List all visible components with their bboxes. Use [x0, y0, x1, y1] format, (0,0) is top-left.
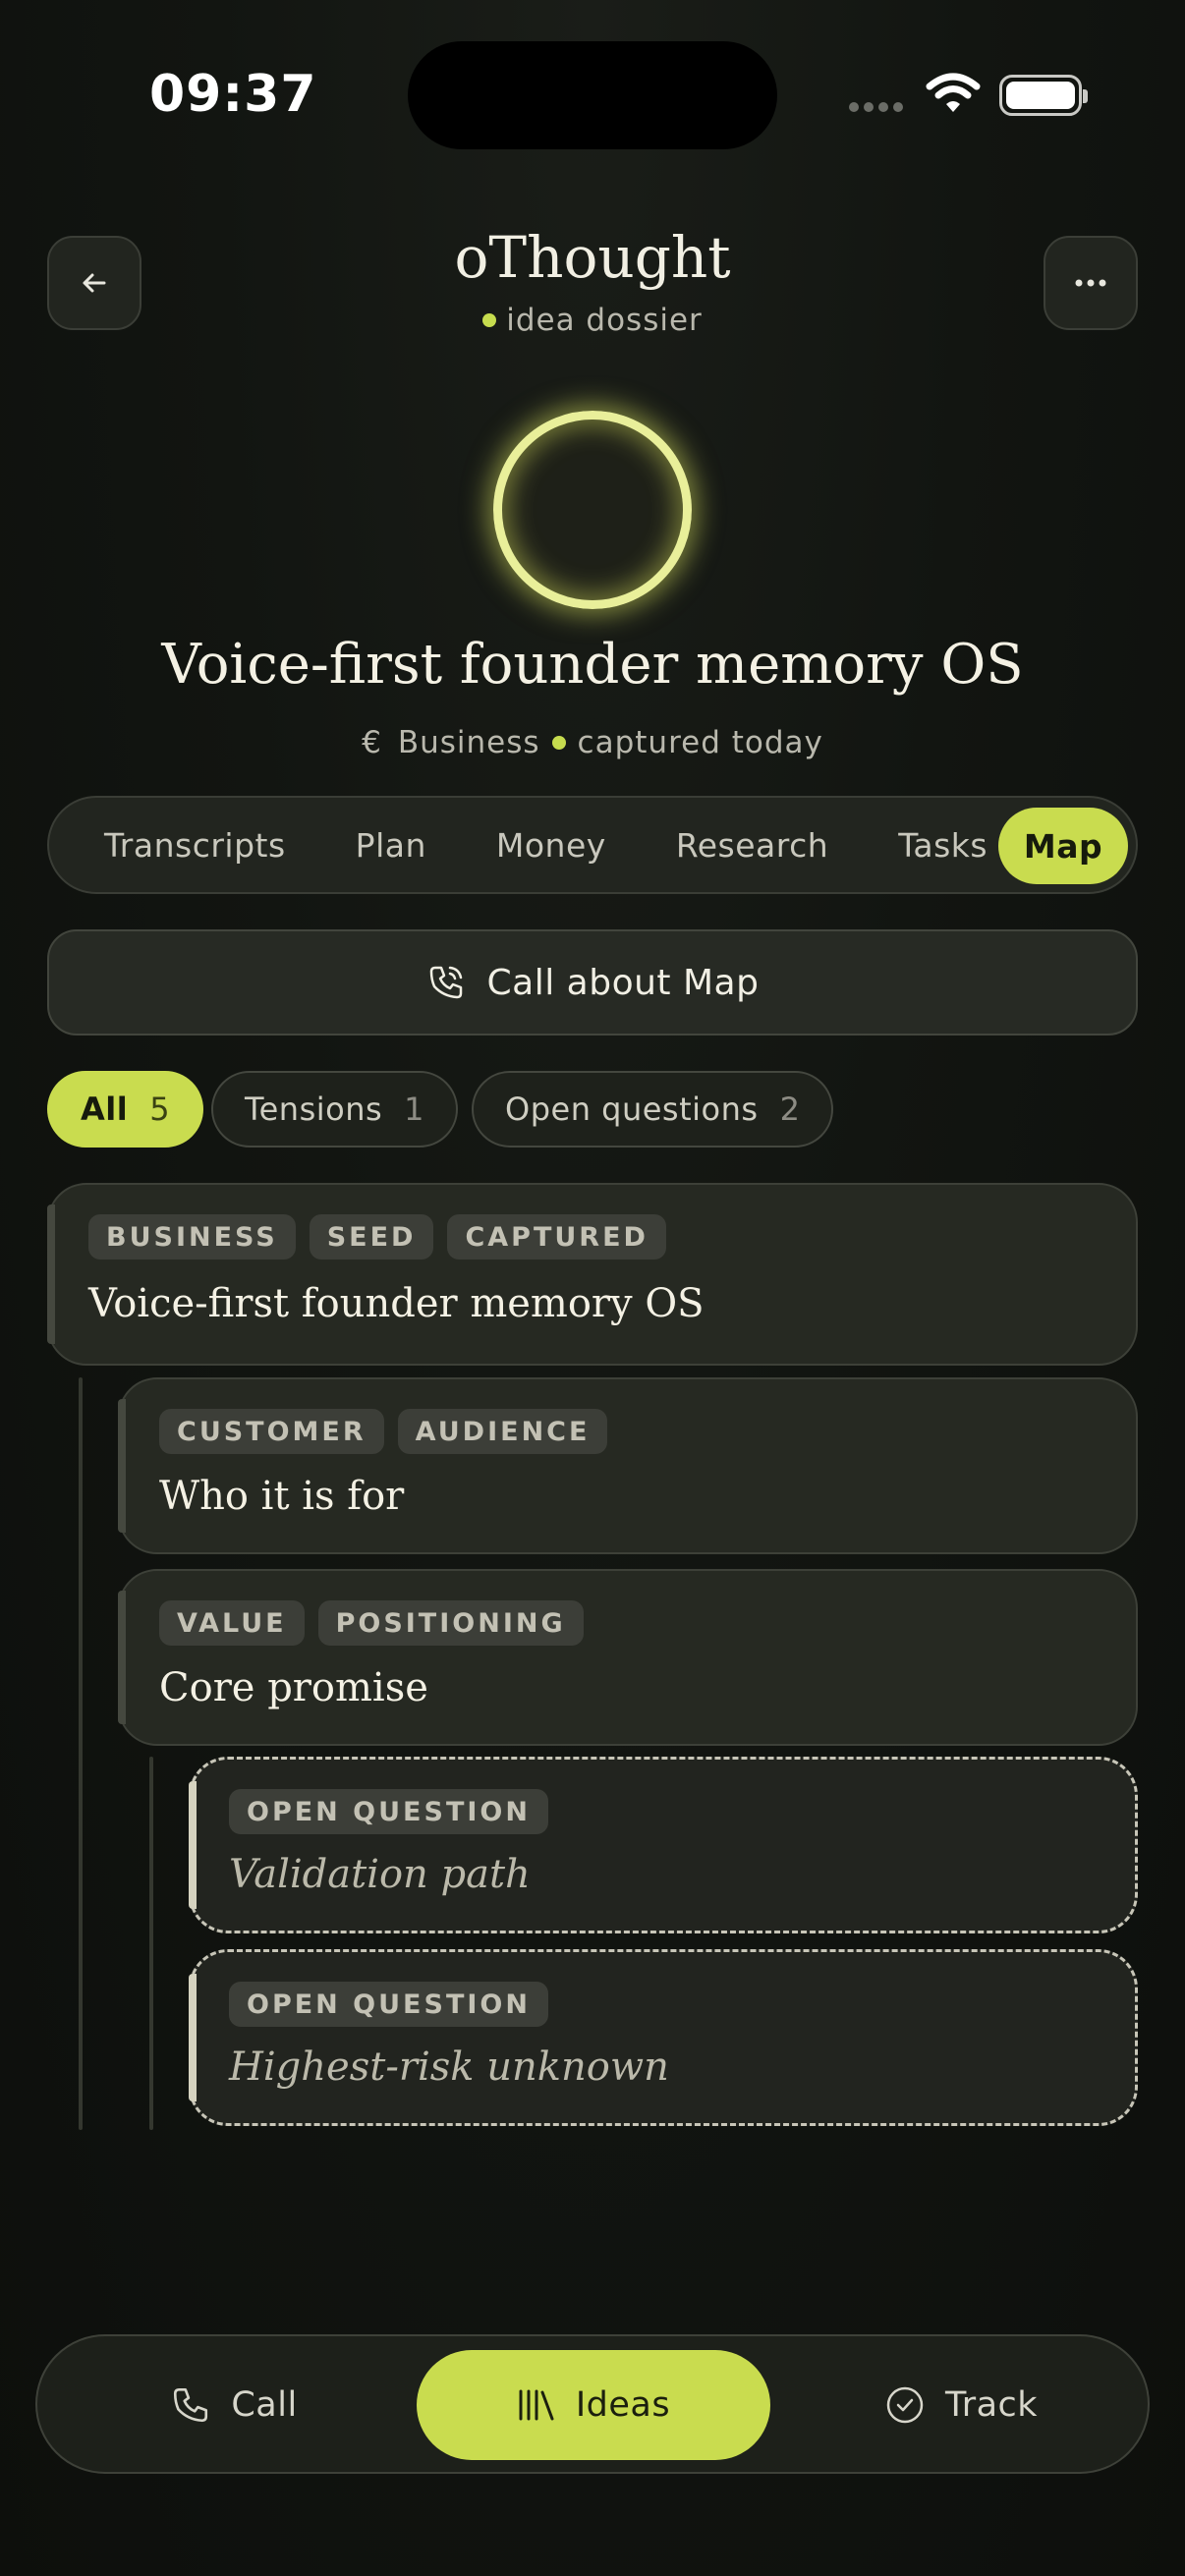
library-icon — [519, 2389, 554, 2421]
node-title: Highest-risk unknown — [229, 2044, 669, 2090]
tab-tasks[interactable]: Tasks — [898, 826, 988, 865]
app-title: oThought — [454, 224, 731, 291]
tag: BUSINESS — [88, 1214, 296, 1260]
tab-plan[interactable]: Plan — [356, 826, 426, 865]
nav-ideas[interactable]: Ideas — [417, 2350, 770, 2460]
idea-meta: € Business captured today — [0, 725, 1185, 760]
phone-call-icon — [429, 966, 462, 999]
tag: POSITIONING — [317, 1600, 584, 1646]
map-node-open-question[interactable]: OPEN QUESTION Highest-risk unknown — [189, 1949, 1138, 2126]
phone-icon — [174, 2387, 208, 2423]
idea-category: Business — [397, 725, 540, 760]
euro-icon: € — [362, 725, 382, 760]
map-node-customer[interactable]: CUSTOMER AUDIENCE Who it is for — [118, 1377, 1138, 1554]
filter-chip-all[interactable]: All 5 — [47, 1071, 204, 1148]
call-about-map-label: Call about Map — [486, 962, 760, 1003]
tab-map[interactable]: Map — [998, 808, 1128, 884]
tag: OPEN QUESTION — [229, 1982, 548, 2027]
idea-title: Voice-first founder memory OS — [161, 633, 1024, 697]
filter-chip-open-questions[interactable]: Open questions 2 — [472, 1071, 834, 1148]
cellular-signal-icon — [849, 102, 903, 112]
map-node-root[interactable]: BUSINESS SEED CAPTURED Voice-first found… — [47, 1183, 1138, 1366]
tab-research[interactable]: Research — [676, 826, 828, 865]
status-time: 09:37 — [149, 65, 317, 124]
header-subtitle: idea dossier — [0, 303, 1185, 338]
check-circle-icon — [886, 2386, 924, 2424]
node-title: Voice-first founder memory OS — [88, 1281, 705, 1326]
voice-orb[interactable] — [493, 411, 692, 609]
tab-transcripts[interactable]: Transcripts — [104, 826, 286, 865]
tag: SEED — [309, 1214, 434, 1260]
node-title: Who it is for — [159, 1474, 405, 1519]
tag: CUSTOMER — [159, 1409, 384, 1454]
nav-call[interactable]: Call — [126, 2350, 342, 2460]
wifi-icon — [926, 73, 981, 112]
idea-captured: captured today — [577, 725, 823, 760]
tree-connector — [149, 1757, 153, 2130]
status-dot-icon — [482, 312, 497, 327]
node-title: Validation path — [229, 1852, 531, 1897]
dynamic-island — [408, 41, 777, 149]
tag: OPEN QUESTION — [229, 1789, 548, 1834]
battery-icon — [999, 75, 1088, 116]
map-node-open-question[interactable]: OPEN QUESTION Validation path — [189, 1757, 1138, 1933]
map-node-value[interactable]: VALUE POSITIONING Core promise — [118, 1569, 1138, 1746]
status-dot-icon — [551, 735, 566, 750]
filter-chip-tensions[interactable]: Tensions 1 — [211, 1071, 459, 1148]
call-about-map-button[interactable]: Call about Map — [47, 929, 1138, 1036]
node-title: Core promise — [159, 1665, 428, 1710]
bottom-nav: Call Ideas Track — [35, 2334, 1150, 2474]
tree-connector — [79, 1377, 83, 2130]
section-tabs: Transcripts Plan Money Research Tasks Ma… — [47, 796, 1138, 894]
tag: AUDIENCE — [397, 1409, 608, 1454]
tag: VALUE — [159, 1600, 305, 1646]
tab-money[interactable]: Money — [496, 826, 606, 865]
tag: CAPTURED — [447, 1214, 666, 1260]
more-options-button[interactable] — [1044, 236, 1138, 330]
ellipsis-icon — [1075, 279, 1106, 287]
nav-track[interactable]: Track — [843, 2350, 1079, 2460]
